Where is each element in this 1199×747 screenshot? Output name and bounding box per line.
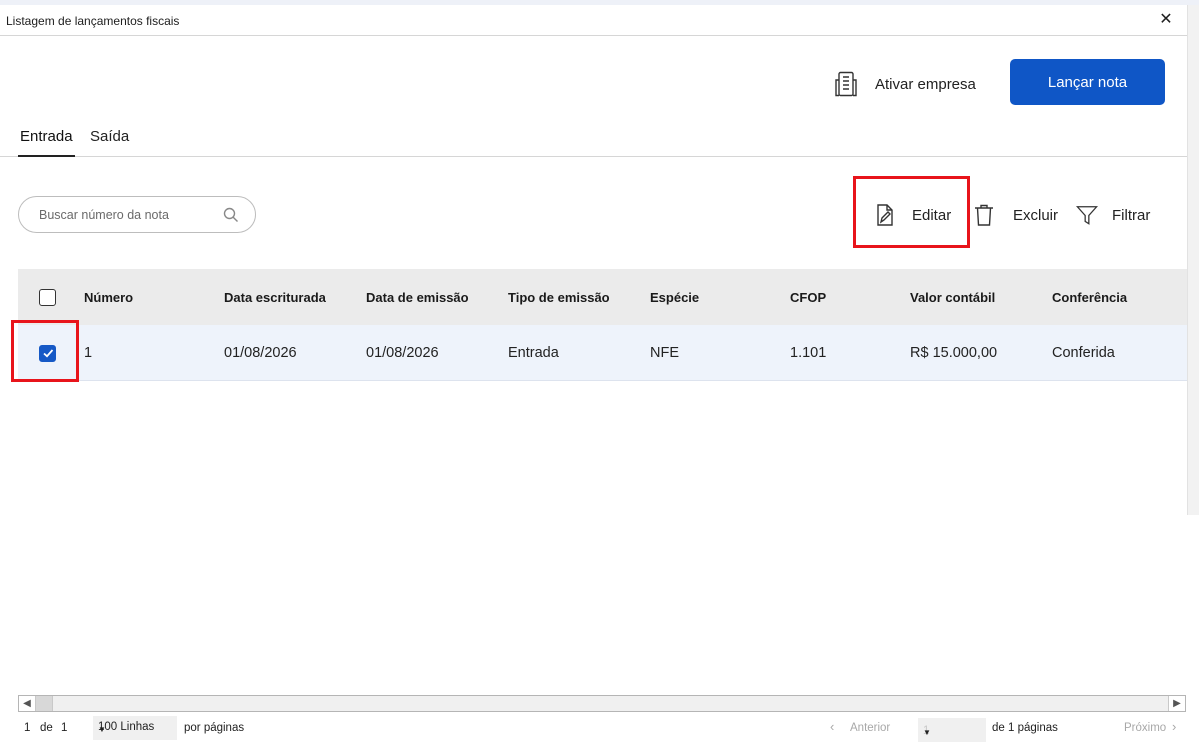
de-paginas-label: de 1 páginas <box>992 722 1058 734</box>
page-de: de <box>40 722 53 734</box>
chevron-right-icon: › <box>1172 719 1177 734</box>
caret-down-icon: ▼ <box>98 725 106 734</box>
page-total: 1 <box>61 722 68 734</box>
table-cell: NFE <box>650 345 679 361</box>
window-vertical-scrollbar[interactable] <box>1187 5 1199 515</box>
tab-saida[interactable]: Saída <box>90 128 129 145</box>
editar-button[interactable]: Editar <box>874 201 951 229</box>
table-cell: 1 <box>84 345 93 361</box>
trash-icon <box>975 204 993 226</box>
caret-down-icon: ▼ <box>923 728 931 737</box>
edit-icon <box>877 204 893 226</box>
column-header[interactable]: Data de emissão <box>366 269 469 325</box>
table-cell: 01/08/2026 <box>224 345 297 361</box>
por-paginas-label: por páginas <box>184 722 245 734</box>
building-icon <box>835 71 857 97</box>
lancar-nota-button[interactable]: Lançar nota <box>1010 59 1165 105</box>
column-header[interactable]: Tipo de emissão <box>508 269 610 325</box>
search-icon[interactable] <box>223 207 239 223</box>
column-header[interactable]: CFOP <box>790 269 826 325</box>
check-icon <box>42 349 53 358</box>
filter-icon <box>1076 206 1098 225</box>
page-number-select[interactable]: 1 ▼ <box>918 718 986 742</box>
search-input[interactable] <box>39 207 219 222</box>
filtrar-button[interactable]: Filtrar <box>1076 201 1150 229</box>
rows-per-page-select[interactable]: 100 Linhas ▼ <box>93 716 177 740</box>
tab-entrada[interactable]: Entrada <box>18 128 75 157</box>
search-box[interactable] <box>18 196 256 233</box>
select-all-cell <box>39 269 56 325</box>
row-select-cell <box>39 325 56 381</box>
filtrar-label: Filtrar <box>1112 206 1151 224</box>
page-current: 1 <box>24 722 31 734</box>
excluir-button[interactable]: Excluir <box>973 201 1058 229</box>
chevron-left-icon: ‹ <box>830 719 835 734</box>
pagination-bar: 1 de 1 100 Linhas ▼ por páginas ‹ Anteri… <box>0 716 1199 742</box>
scroll-right-icon[interactable]: ▶ <box>1168 696 1185 711</box>
select-all-checkbox[interactable] <box>39 288 56 306</box>
table-cell: Conferida <box>1052 345 1115 361</box>
tab-bar: Entrada Saída <box>0 118 1187 157</box>
table-header: Número Data escriturada Data de emissão … <box>18 269 1187 325</box>
window-title: Listagem de lançamentos fiscais <box>6 14 180 28</box>
scroll-left-icon[interactable]: ◀ <box>19 696 36 711</box>
table-row[interactable]: 1 01/08/2026 01/08/2026 Entrada NFE 1.10… <box>18 325 1187 381</box>
table-cell: Entrada <box>508 345 559 361</box>
ativar-empresa-button[interactable]: Ativar empresa <box>834 70 976 98</box>
column-header[interactable]: Data escriturada <box>224 269 326 325</box>
horizontal-scrollbar[interactable]: ◀ ▶ <box>18 695 1186 712</box>
column-header[interactable]: Conferência <box>1052 269 1127 325</box>
column-header[interactable]: Espécie <box>650 269 699 325</box>
column-header[interactable]: Número <box>84 269 133 325</box>
close-icon[interactable]: ✕ <box>1156 10 1176 30</box>
table-cell: 1.101 <box>790 345 827 361</box>
column-header[interactable]: Valor contábil <box>910 269 995 325</box>
table-cell: 01/08/2026 <box>366 345 439 361</box>
title-bar: Listagem de lançamentos fiscais ✕ <box>0 5 1187 36</box>
excluir-label: Excluir <box>1013 206 1059 224</box>
scroll-thumb[interactable] <box>36 696 53 711</box>
ativar-empresa-label: Ativar empresa <box>875 75 976 93</box>
anterior-button[interactable]: Anterior <box>850 722 890 734</box>
row-checkbox[interactable] <box>39 344 56 362</box>
table-cell: R$ 15.000,00 <box>910 345 998 361</box>
proximo-button[interactable]: Próximo <box>1124 722 1166 734</box>
editar-label: Editar <box>912 206 952 224</box>
